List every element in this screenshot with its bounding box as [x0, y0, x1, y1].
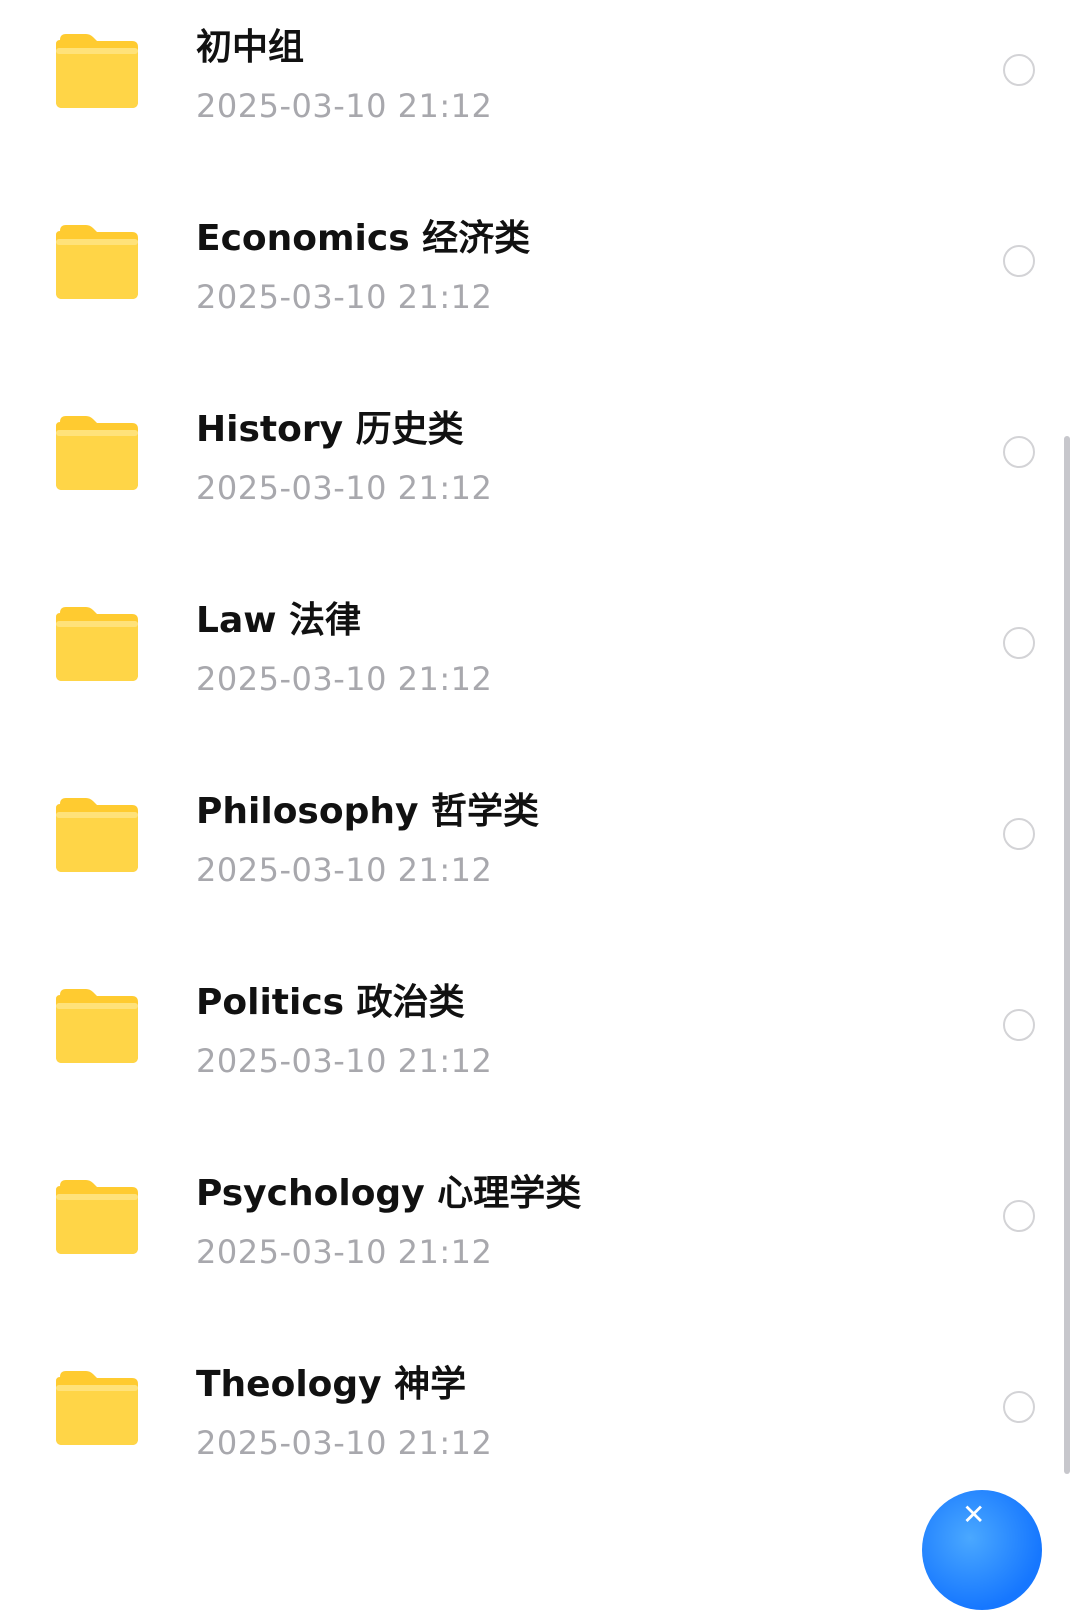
- folder-name: 初中组: [196, 27, 305, 68]
- folder-row[interactable]: Politics 政治类 2025-03-10 21:12: [0, 955, 1080, 1146]
- folder-icon: [56, 1371, 138, 1445]
- vertical-scrollbar[interactable]: [1064, 436, 1070, 1474]
- folder-row[interactable]: Philosophy 哲学类 2025-03-10 21:12: [0, 764, 1080, 955]
- folder-list: 初中组 2025-03-10 21:12 Economics 经济类 2025-…: [0, 0, 1080, 1523]
- folder-name: History 历史类: [196, 409, 464, 450]
- radio-circle-icon[interactable]: [1003, 54, 1035, 86]
- folder-date: 2025-03-10 21:12: [196, 278, 493, 316]
- radio-circle-icon[interactable]: [1003, 1200, 1035, 1232]
- folder-name: Theology 神学: [196, 1364, 467, 1405]
- folder-date: 2025-03-10 21:12: [196, 1424, 493, 1462]
- folder-name: Psychology 心理学类: [196, 1173, 582, 1214]
- folder-date: 2025-03-10 21:12: [196, 851, 493, 889]
- folder-icon: [56, 989, 138, 1063]
- folder-date: 2025-03-10 21:12: [196, 87, 493, 125]
- folder-date: 2025-03-10 21:12: [196, 1233, 493, 1271]
- radio-circle-icon[interactable]: [1003, 245, 1035, 277]
- folder-icon: [56, 798, 138, 872]
- folder-date: 2025-03-10 21:12: [196, 1042, 493, 1080]
- folder-row[interactable]: 初中组 2025-03-10 21:12: [0, 0, 1080, 191]
- folder-icon: [56, 1180, 138, 1254]
- radio-circle-icon[interactable]: [1003, 818, 1035, 850]
- folder-date: 2025-03-10 21:12: [196, 469, 493, 507]
- floating-action-button[interactable]: ✕: [922, 1490, 1042, 1610]
- folder-date: 2025-03-10 21:12: [196, 660, 493, 698]
- folder-icon: [56, 34, 138, 108]
- folder-row[interactable]: History 历史类 2025-03-10 21:12: [0, 382, 1080, 573]
- folder-icon: [56, 607, 138, 681]
- radio-circle-icon[interactable]: [1003, 627, 1035, 659]
- folder-row[interactable]: Economics 经济类 2025-03-10 21:12: [0, 191, 1080, 382]
- radio-circle-icon[interactable]: [1003, 1391, 1035, 1423]
- folder-row[interactable]: Psychology 心理学类 2025-03-10 21:12: [0, 1146, 1080, 1337]
- folder-name: Economics 经济类: [196, 218, 531, 259]
- folder-name: Politics 政治类: [196, 982, 465, 1023]
- radio-circle-icon[interactable]: [1003, 1009, 1035, 1041]
- folder-row[interactable]: Theology 神学 2025-03-10 21:12: [0, 1337, 1080, 1528]
- folder-name: Philosophy 哲学类: [196, 791, 539, 832]
- folder-icon: [56, 416, 138, 490]
- radio-circle-icon[interactable]: [1003, 436, 1035, 468]
- folder-row[interactable]: Law 法律 2025-03-10 21:12: [0, 573, 1080, 764]
- fab-icon: ✕: [962, 1498, 986, 1531]
- folder-icon: [56, 225, 138, 299]
- folder-name: Law 法律: [196, 600, 362, 641]
